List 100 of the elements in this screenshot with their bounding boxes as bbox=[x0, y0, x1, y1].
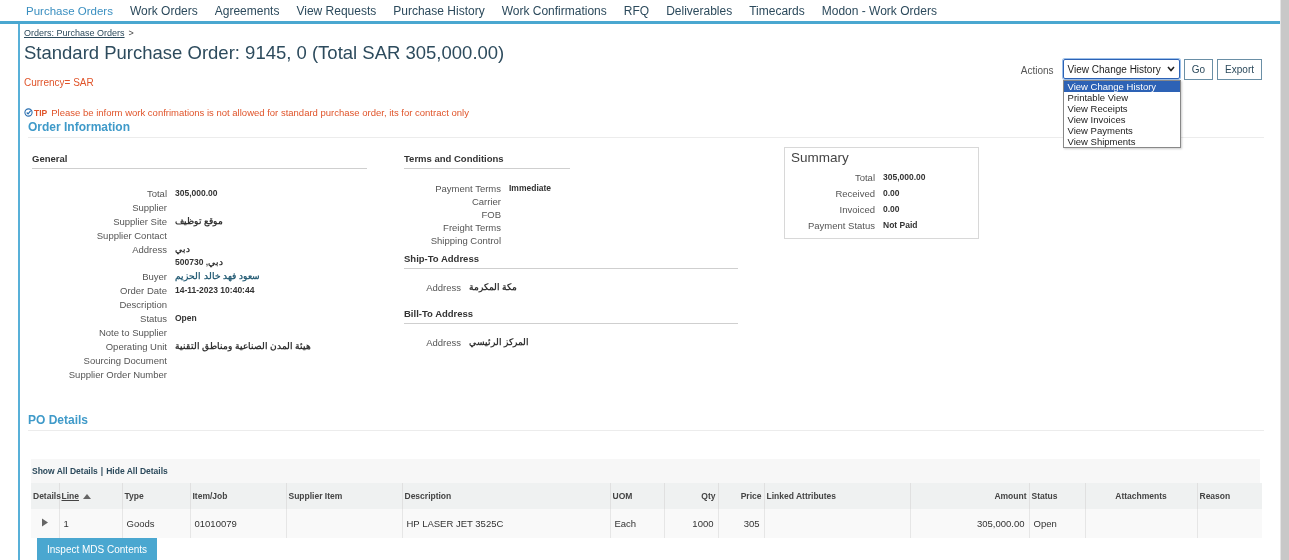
table-cell: 01010079 bbox=[194, 518, 237, 529]
field-label: Freight Terms bbox=[442, 221, 501, 234]
hide-all-details-link[interactable]: Hide All Details bbox=[106, 466, 168, 476]
field-value: 305,000.00 bbox=[883, 171, 927, 184]
field-value: 0.00 bbox=[883, 187, 901, 200]
field-label: Supplier Contact bbox=[95, 229, 167, 242]
table-cell: Open bbox=[1033, 518, 1057, 529]
table-cell: HP LASER JET 3525C bbox=[406, 518, 504, 529]
nav-tab[interactable]: Agreements bbox=[206, 3, 288, 18]
show-all-details-link[interactable]: Show All Details bbox=[32, 466, 98, 476]
field-label: Total bbox=[853, 171, 875, 184]
dropdown-option[interactable]: View Payments bbox=[1063, 125, 1180, 136]
sort-ascending-icon bbox=[83, 494, 91, 499]
breadcrumb-link[interactable]: Orders: Purchase Orders bbox=[24, 28, 125, 38]
dropdown-option[interactable]: View Receipts bbox=[1063, 103, 1180, 114]
column-header[interactable]: Qty bbox=[664, 483, 718, 509]
table-cell: 305,000.00 bbox=[976, 518, 1025, 529]
page-title: Standard Purchase Order: 9145, 0 (Total SAR 305,000.00) bbox=[24, 42, 505, 64]
scrollbar[interactable] bbox=[1280, 0, 1289, 560]
subsection-heading: Terms and Conditions bbox=[404, 153, 570, 169]
column-header[interactable]: Price bbox=[718, 483, 764, 509]
expand-caret-icon[interactable] bbox=[41, 518, 48, 527]
field-label: Supplier Order Number bbox=[67, 368, 167, 381]
field-value: 0.00 bbox=[883, 203, 901, 216]
table-cell: Goods bbox=[126, 518, 155, 529]
nav-tab[interactable]: Deliverables bbox=[658, 3, 741, 18]
subsection-heading: Bill-To Address bbox=[404, 308, 738, 324]
field-value: المركز الرئيسي bbox=[469, 336, 531, 349]
field-label: Operating Unit bbox=[104, 340, 167, 353]
field-label: Sourcing Document bbox=[82, 354, 167, 367]
nav-tab[interactable]: Work Confirmations bbox=[493, 3, 615, 18]
tip-label: TIP bbox=[34, 107, 48, 118]
subsection-heading: Ship-To Address bbox=[404, 253, 738, 269]
field-value: 14-11-2023 10:40:44 bbox=[175, 284, 256, 297]
column-header[interactable]: Item/Job bbox=[190, 483, 286, 509]
dropdown-option[interactable]: Printable View bbox=[1063, 92, 1180, 103]
summary-heading: Summary bbox=[791, 150, 850, 165]
field-label: Carrier bbox=[470, 195, 501, 208]
dropdown-option[interactable]: View Change History bbox=[1063, 81, 1180, 92]
field-value: هيئة المدن الصناعية ومناطق التقنية bbox=[175, 340, 313, 353]
field-label: Status bbox=[139, 312, 167, 325]
nav-tab[interactable]: Modon - Work Orders bbox=[813, 3, 945, 18]
dropdown-option[interactable]: View Invoices bbox=[1063, 114, 1180, 125]
buyer-link[interactable]: سعود فهد خالد الحزيم bbox=[175, 270, 367, 283]
table-cell: 1000 bbox=[692, 518, 714, 529]
column-header[interactable]: Supplier Item bbox=[286, 483, 402, 509]
table-cell: 305 bbox=[743, 518, 760, 529]
actions-label: Actions bbox=[1020, 65, 1054, 76]
nav-tab[interactable]: Work Orders bbox=[121, 3, 206, 18]
table-cell: Each bbox=[614, 518, 637, 529]
field-value: Immediate bbox=[509, 183, 552, 193]
tip-text: Please be inform work confrimations is not allowed for standard purchase order, its for contract only bbox=[51, 107, 469, 118]
action-button[interactable]: Go bbox=[1183, 59, 1214, 80]
field-value: دبي bbox=[175, 243, 191, 256]
field-label: Payment Terms bbox=[434, 182, 501, 195]
actions-dropdown[interactable]: View Change History bbox=[1062, 59, 1180, 79]
column-header[interactable]: Linked Attributes bbox=[764, 483, 910, 509]
field-label: Note to Supplier bbox=[97, 326, 167, 339]
field-label: Order Date bbox=[119, 284, 167, 297]
column-header[interactable]: Description bbox=[402, 483, 610, 509]
chevron-down-icon bbox=[1166, 66, 1175, 72]
dropdown-option[interactable]: View Shipments bbox=[1063, 136, 1180, 147]
action-button[interactable]: Export bbox=[1217, 59, 1262, 80]
breadcrumb-separator: > bbox=[128, 28, 134, 38]
nav-tab[interactable]: Timecards bbox=[741, 3, 813, 18]
field-label: Payment Status bbox=[806, 219, 875, 232]
column-header[interactable]: Details bbox=[31, 483, 59, 509]
field-value: موقع توظيف bbox=[175, 215, 225, 228]
field-label: Supplier Site bbox=[112, 215, 167, 228]
nav-tab[interactable]: View Requests bbox=[288, 3, 385, 18]
field-label: Address bbox=[131, 243, 167, 257]
column-header[interactable]: Type bbox=[122, 483, 190, 509]
nav-tab[interactable]: Purchase Orders bbox=[18, 4, 121, 17]
field-value: Not Paid bbox=[883, 219, 919, 232]
link-separator: | bbox=[100, 466, 104, 476]
field-value: مكة المكرمة bbox=[469, 281, 519, 294]
check-circle-icon bbox=[24, 108, 33, 117]
field-label: Description bbox=[118, 298, 167, 311]
field-label: Total bbox=[145, 187, 167, 200]
field-label: Address bbox=[425, 336, 461, 349]
field-value: 305,000.00 bbox=[175, 187, 219, 200]
nav-tab[interactable]: Purchase History bbox=[385, 3, 493, 18]
column-header[interactable]: Reason bbox=[1197, 483, 1262, 509]
subsection-heading: General bbox=[32, 153, 367, 169]
column-header[interactable]: Amount bbox=[910, 483, 1029, 509]
column-header[interactable]: UOM bbox=[610, 483, 664, 509]
field-label: Address bbox=[425, 281, 461, 294]
field-label: FOB bbox=[480, 208, 501, 221]
field-label: Shipping Control bbox=[429, 234, 501, 247]
field-label: Received bbox=[834, 187, 875, 200]
field-label: Supplier bbox=[131, 201, 167, 214]
column-header[interactable]: Status bbox=[1029, 483, 1085, 509]
table-cell: 1 bbox=[63, 518, 69, 529]
currency-text: Currency= SAR bbox=[24, 77, 95, 88]
column-header[interactable]: Attachments bbox=[1085, 483, 1197, 509]
field-label: Buyer bbox=[141, 270, 167, 283]
field-value: دبي, 500730 bbox=[175, 256, 225, 269]
nav-tab[interactable]: RFQ bbox=[615, 3, 658, 18]
section-heading: PO Details bbox=[28, 413, 1264, 431]
field-value: Open bbox=[175, 312, 198, 325]
